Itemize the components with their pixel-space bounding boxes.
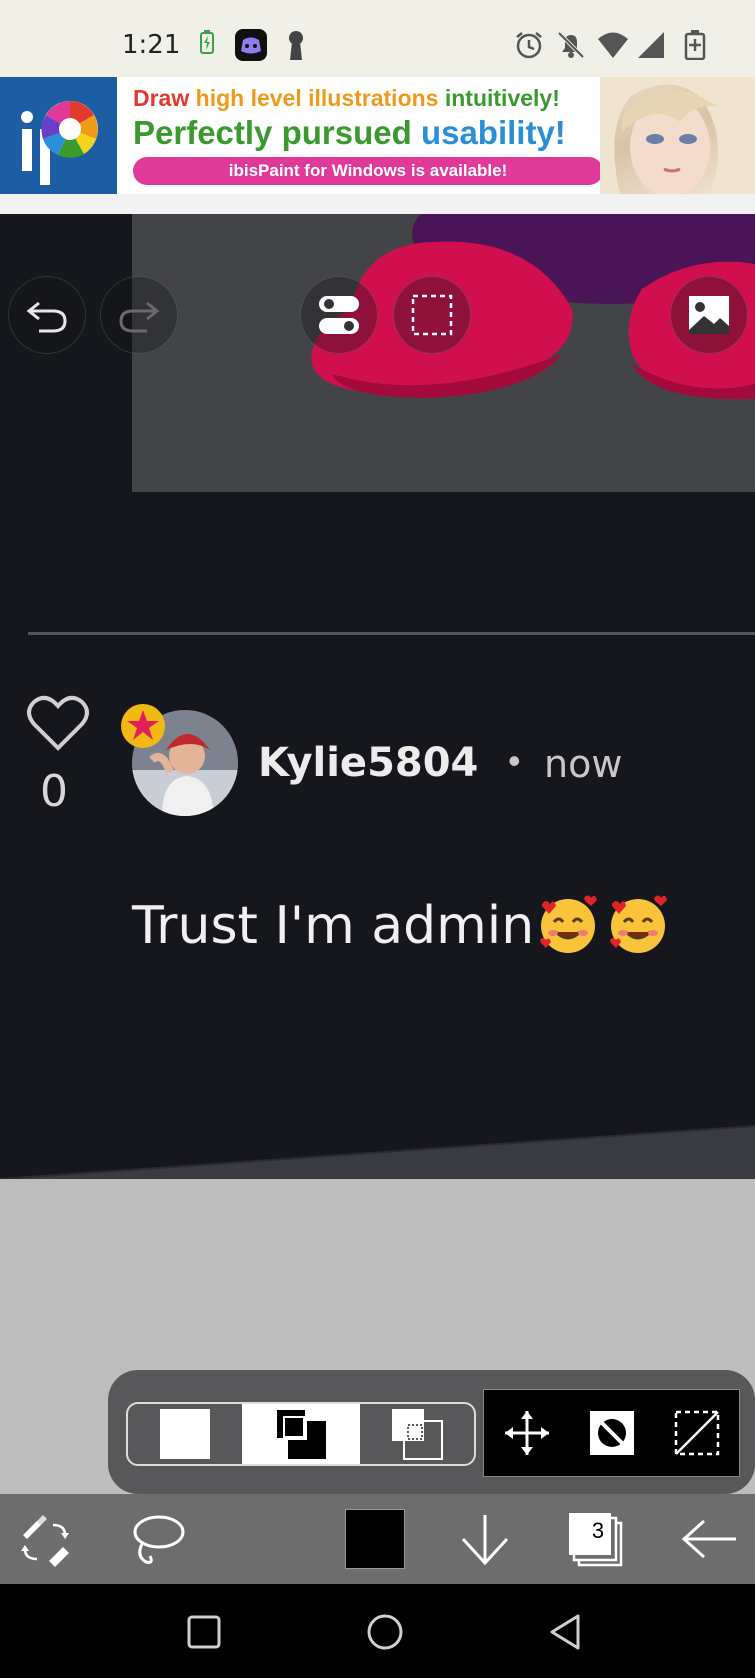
home-icon[interactable] — [365, 1612, 405, 1652]
selection-button[interactable] — [393, 276, 471, 354]
deform-icon — [589, 1411, 634, 1455]
ibispaint-logo-icon — [21, 101, 98, 185]
bottom-toolbar — [0, 1494, 755, 1584]
ad-headline-part-3: intuitively! — [444, 85, 560, 111]
status-bar: 1:21 — [0, 0, 755, 77]
move-button[interactable] — [484, 1390, 569, 1476]
transform-action-group — [483, 1389, 740, 1477]
timestamp: now — [544, 742, 623, 786]
wifi-icon — [598, 32, 628, 58]
battery-icon — [684, 30, 706, 60]
discord-icon — [235, 29, 267, 61]
ad-character-portrait — [600, 77, 755, 194]
undo-icon — [26, 301, 67, 333]
layer-count: 3 — [591, 1518, 605, 1543]
ad-subheadline-part-1: Perfectly pursued — [133, 114, 412, 151]
status-time: 1:21 — [122, 30, 181, 60]
recents-icon[interactable] — [186, 1614, 222, 1650]
mode-fill-button[interactable] — [128, 1404, 242, 1464]
star-badge-icon — [121, 704, 165, 748]
redo-icon — [119, 301, 160, 333]
ibispaint-logo — [0, 77, 117, 194]
selection-icon — [411, 294, 453, 336]
arrow-down-icon — [461, 1515, 509, 1566]
undo-button[interactable] — [8, 276, 86, 354]
separator-dot: • — [508, 740, 521, 781]
mode-outline-button[interactable] — [360, 1404, 474, 1464]
comment-divider — [28, 632, 755, 635]
image-icon — [689, 296, 729, 334]
lasso-icon — [133, 1515, 185, 1564]
drawing-canvas[interactable]: 0 Kylie5804 • now Trust I'm admin — [0, 214, 755, 1179]
deform-button[interactable] — [569, 1390, 654, 1476]
character-feet-illustration — [311, 214, 755, 400]
ad-headline-part-2: high level illustrations — [195, 85, 439, 111]
embedded-image — [132, 214, 755, 492]
arrow-left-icon — [681, 1519, 736, 1559]
color-button[interactable] — [330, 1494, 420, 1584]
smiling-face-with-hearts-icon — [540, 895, 597, 953]
overlap-squares-icon — [275, 1408, 326, 1459]
battery-charging-icon — [200, 30, 214, 54]
ad-availability-pill: ibisPaint for Windows is available! — [133, 157, 603, 185]
fill-white-square-icon — [160, 1409, 210, 1459]
lasso-button[interactable] — [112, 1494, 202, 1584]
redo-button[interactable] — [100, 276, 178, 354]
ad-banner[interactable]: Draw high level illustrations intuitivel… — [0, 77, 755, 194]
alarm-icon — [516, 32, 542, 59]
banner-divider — [0, 194, 755, 214]
mode-overlap-button[interactable] — [242, 1404, 360, 1464]
username[interactable]: Kylie5804 — [258, 740, 478, 786]
canvas-bottom-slant — [0, 1125, 755, 1179]
brush-eraser-switch-icon — [21, 1515, 69, 1567]
clear-selection-button[interactable] — [654, 1390, 739, 1476]
like-count: 0 — [40, 766, 68, 817]
cellular-signal-icon — [638, 32, 664, 58]
ad-headline: Draw high level illustrations intuitivel… — [133, 85, 560, 112]
character-portrait-icon — [600, 77, 755, 194]
transform-mode-group — [126, 1402, 476, 1466]
back-nav-icon[interactable] — [546, 1612, 586, 1652]
comment-text: Trust I'm admin — [132, 896, 535, 956]
notifications-off-icon — [557, 31, 585, 59]
ad-subheadline-part-2: usability! — [420, 114, 566, 151]
outline-squares-icon — [392, 1409, 443, 1460]
ad-headline-part-1: Draw — [133, 85, 190, 111]
ad-subheadline: Perfectly pursued usability! — [133, 114, 566, 152]
back-button[interactable] — [665, 1494, 755, 1584]
keyhole-icon — [289, 31, 303, 60]
smiling-face-with-hearts-icon — [610, 895, 667, 953]
reference-image-button[interactable] — [670, 276, 748, 354]
color-swatch — [345, 1509, 405, 1569]
heart-icon — [27, 695, 89, 751]
tool-switch-button[interactable] — [0, 1494, 90, 1584]
move-down-button[interactable] — [440, 1494, 530, 1584]
toggle-icon — [319, 296, 359, 334]
clear-selection-icon — [674, 1410, 719, 1456]
navigation-bar — [0, 1584, 755, 1678]
move-arrows-icon — [504, 1411, 549, 1455]
toggle-button[interactable] — [300, 276, 378, 354]
